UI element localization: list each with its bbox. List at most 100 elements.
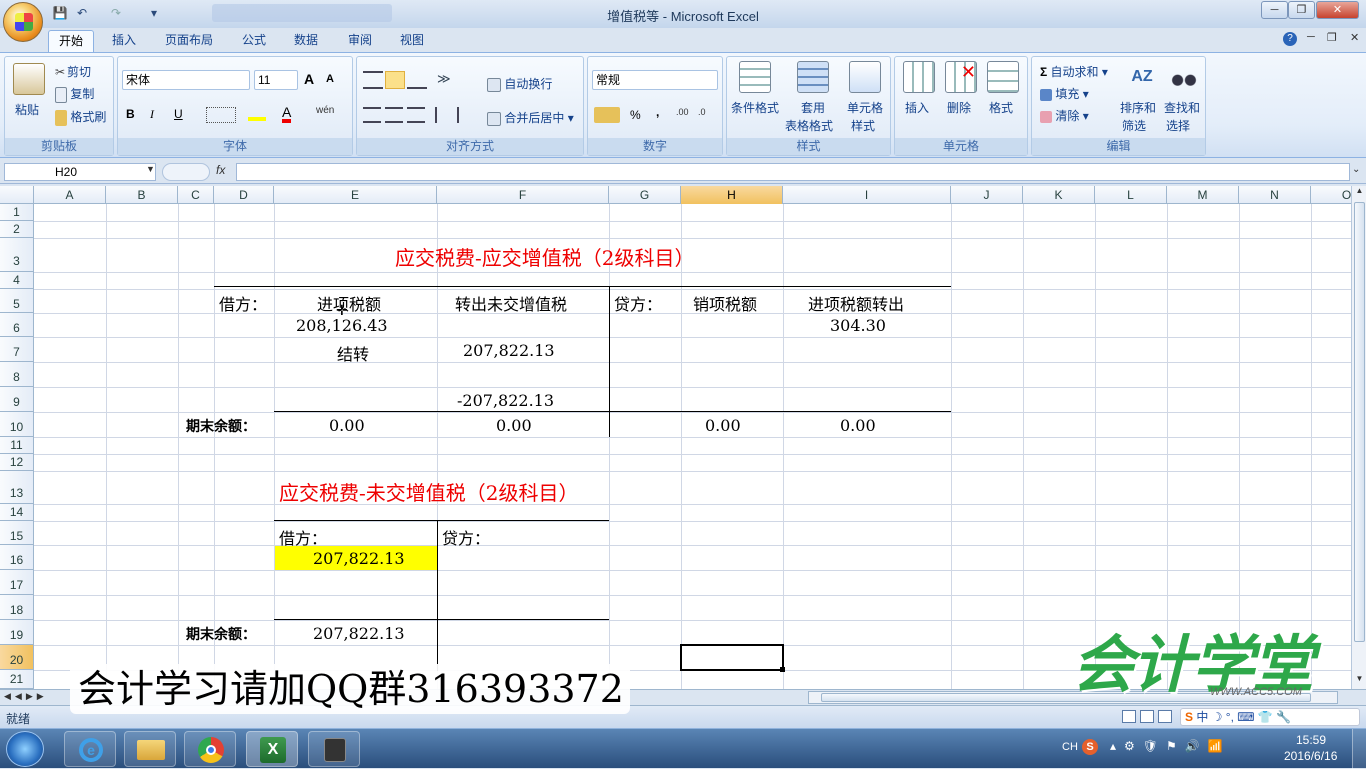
orientation-icon[interactable]: ≫	[437, 71, 461, 89]
normal-view-icon[interactable]	[1122, 710, 1136, 723]
row-header-12[interactable]: 12	[0, 454, 34, 471]
sort-filter-icon[interactable]: AZ	[1126, 61, 1158, 93]
shrink-font-button[interactable]: A	[326, 73, 334, 85]
taskbar-explorer-icon[interactable]	[124, 731, 176, 767]
tab-review[interactable]: 审阅	[340, 30, 380, 52]
show-desktop-button[interactable]	[1352, 729, 1366, 769]
help-icon[interactable]: ?	[1283, 32, 1297, 46]
row-header-6[interactable]: 6	[0, 313, 34, 337]
clock-date[interactable]: 2016/6/16	[1284, 749, 1337, 763]
font-size-select[interactable]: 11	[254, 70, 298, 90]
name-box-dropdown-icon[interactable]: ▼	[146, 164, 155, 174]
delete-cells-icon[interactable]: ✕	[945, 61, 977, 93]
row-header-17[interactable]: 17	[0, 570, 34, 595]
tab-data[interactable]: 数据	[286, 30, 326, 52]
column-header-m[interactable]: M	[1167, 186, 1239, 204]
sort-filter-line2[interactable]: 筛选	[1122, 117, 1146, 134]
taskbar-chrome-icon[interactable]	[184, 731, 236, 767]
increase-indent-icon[interactable]	[457, 107, 475, 123]
taskbar-recorder-icon[interactable]	[308, 731, 360, 767]
column-header-d[interactable]: D	[214, 186, 274, 204]
row-header-20[interactable]: 20	[0, 645, 34, 670]
clear-button[interactable]: 清除 ▾	[1040, 107, 1089, 124]
align-middle-icon[interactable]	[385, 71, 405, 89]
tab-insert[interactable]: 插入	[104, 30, 144, 52]
column-header-j[interactable]: J	[951, 186, 1023, 204]
cell-i6[interactable]: 304.30	[830, 316, 886, 335]
column-header-i[interactable]: I	[783, 186, 951, 204]
row-header-13[interactable]: 13	[0, 471, 34, 504]
row-header-8[interactable]: 8	[0, 362, 34, 387]
start-button[interactable]	[6, 731, 44, 767]
column-header-c[interactable]: C	[178, 186, 214, 204]
wrap-text-button[interactable]: 自动换行	[487, 75, 552, 92]
merge-center-button[interactable]: 合并后居中 ▾	[487, 109, 574, 126]
format-as-table-icon[interactable]	[797, 61, 829, 93]
font-name-select[interactable]: 宋体	[122, 70, 250, 90]
insert-function-icon[interactable]: fx	[216, 163, 225, 177]
currency-icon[interactable]	[594, 107, 620, 123]
cell-styles-icon[interactable]	[849, 61, 881, 93]
column-header-o[interactable]: O	[1311, 186, 1351, 204]
paste-icon[interactable]	[13, 63, 45, 95]
cell-styles-line2[interactable]: 样式	[851, 117, 875, 134]
conditional-format-button[interactable]: 条件格式	[731, 99, 779, 116]
row-header-2[interactable]: 2	[0, 221, 34, 238]
cell-e7[interactable]: 结转	[337, 341, 369, 365]
row-header-5[interactable]: 5	[0, 289, 34, 313]
office-button[interactable]	[3, 2, 43, 42]
row-header-18[interactable]: 18	[0, 595, 34, 620]
undo-icon[interactable]: ↶	[74, 5, 90, 21]
insert-cells-button[interactable]: 插入	[905, 99, 929, 116]
cell-e10[interactable]: 0.00	[329, 416, 365, 435]
cut-button[interactable]: ✂ 剪切	[55, 63, 91, 81]
cell-e16[interactable]: 207,822.13	[313, 549, 405, 568]
column-header-a[interactable]: A	[34, 186, 106, 204]
comma-button[interactable]: ,	[656, 105, 659, 119]
active-cell-h20[interactable]	[680, 644, 784, 671]
maximize-button[interactable]: ❐	[1288, 1, 1315, 19]
column-header-k[interactable]: K	[1023, 186, 1095, 204]
row-header-1[interactable]: 1	[0, 204, 34, 221]
column-header-b[interactable]: B	[106, 186, 178, 204]
ribbon-restore-icon[interactable]: ❐	[1327, 31, 1337, 44]
align-top-icon[interactable]	[363, 71, 383, 89]
row-header-3[interactable]: 3	[0, 238, 34, 272]
formula-input[interactable]	[236, 163, 1350, 181]
cell-f7[interactable]: 207,822.13	[463, 341, 555, 360]
taskbar-ie-icon[interactable]: e	[64, 731, 116, 767]
cell-e19[interactable]: 207,822.13	[313, 624, 405, 643]
bold-button[interactable]: B	[126, 107, 135, 121]
select-all-corner[interactable]	[0, 186, 34, 204]
align-bottom-icon[interactable]	[407, 71, 427, 89]
sogou-ime-icon[interactable]: S	[1082, 739, 1098, 755]
row-header-14[interactable]: 14	[0, 504, 34, 521]
format-as-table-line1[interactable]: 套用	[801, 99, 825, 116]
format-painter-button[interactable]: 格式刷	[55, 108, 106, 126]
save-icon[interactable]: 💾	[52, 5, 68, 21]
underline-button[interactable]: U	[174, 107, 183, 121]
row-header-4[interactable]: 4	[0, 272, 34, 289]
column-header-g[interactable]: G	[609, 186, 681, 204]
row-header-15[interactable]: 15	[0, 521, 34, 545]
format-as-table-line2[interactable]: 表格格式	[785, 117, 833, 134]
paste-button[interactable]: 粘贴	[15, 101, 39, 118]
autosum-button[interactable]: Σ 自动求和 ▾	[1040, 63, 1108, 80]
grow-font-button[interactable]: A	[304, 71, 314, 87]
sheet-nav-icons[interactable]: ◀◀▶▶	[4, 691, 48, 702]
row-header-21[interactable]: 21	[0, 670, 34, 689]
ribbon-minimize-icon[interactable]: ─	[1307, 31, 1315, 43]
row-header-16[interactable]: 16	[0, 545, 34, 570]
row-header-19[interactable]: 19	[0, 620, 34, 645]
increase-decimal-icon[interactable]: .00	[676, 107, 689, 117]
align-center-icon[interactable]	[385, 107, 403, 123]
name-box[interactable]: H20	[4, 163, 156, 181]
column-header-f[interactable]: F	[437, 186, 609, 204]
row-header-10[interactable]: 10	[0, 412, 34, 437]
vertical-scrollbar[interactable]: ▲ ▼	[1351, 186, 1366, 689]
format-cells-icon[interactable]	[987, 61, 1019, 93]
tab-view[interactable]: 视图	[392, 30, 432, 52]
find-select-line1[interactable]: 查找和	[1164, 99, 1200, 116]
tab-page-layout[interactable]: 页面布局	[156, 30, 222, 52]
row-header-11[interactable]: 11	[0, 437, 34, 454]
